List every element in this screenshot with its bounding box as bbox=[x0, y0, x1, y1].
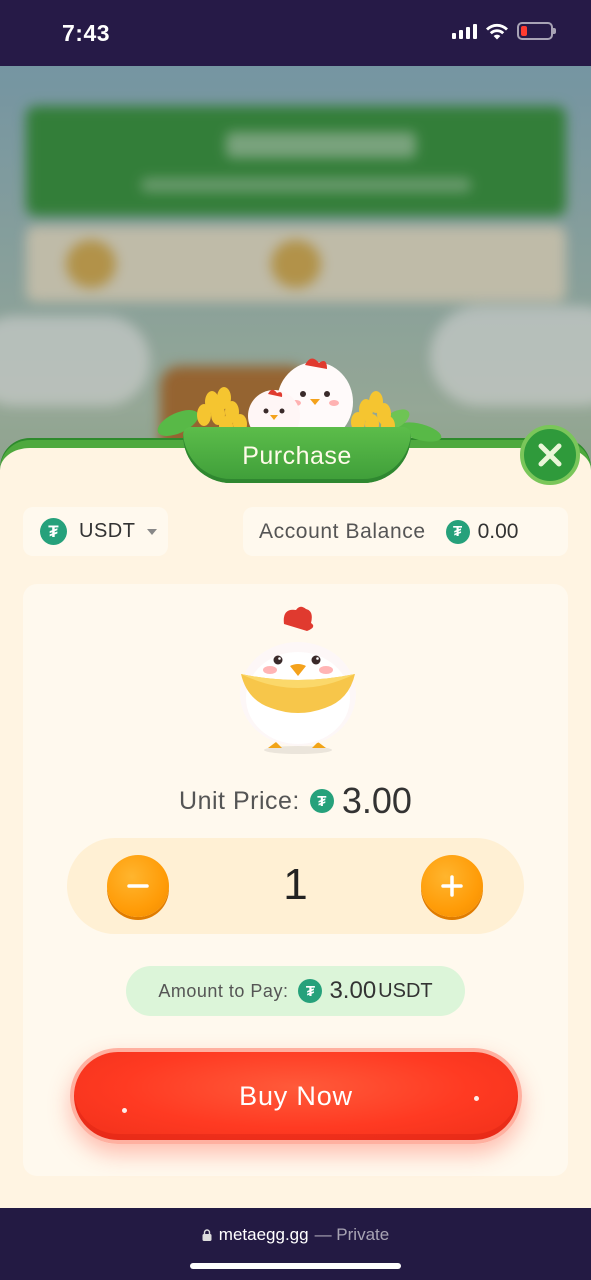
amount-to-pay-unit: USDT bbox=[378, 979, 433, 1002]
unit-price-value: 3.00 bbox=[341, 780, 412, 821]
modal-title: Purchase bbox=[242, 441, 352, 470]
status-time: 7:43 bbox=[62, 20, 111, 46]
quantity-stepper: 1 bbox=[67, 838, 524, 934]
amount-to-pay-value: 3.00 bbox=[329, 977, 377, 1004]
home-indicator[interactable] bbox=[190, 1263, 401, 1269]
tether-icon: ₮ bbox=[40, 518, 67, 545]
status-bar: 7:43 bbox=[0, 0, 591, 66]
cellular-signal-icon bbox=[452, 23, 477, 39]
wifi-icon bbox=[486, 23, 508, 39]
tether-icon: ₮ bbox=[298, 979, 323, 1003]
buy-now-label: Buy Now bbox=[239, 1080, 353, 1111]
close-x-icon bbox=[538, 443, 562, 467]
increase-quantity-button[interactable] bbox=[421, 855, 483, 917]
amount-to-pay: Amount to Pay: ₮ 3.00 USDT bbox=[126, 966, 465, 1016]
plus-icon bbox=[441, 875, 463, 897]
currency-selector[interactable]: ₮ USDT bbox=[23, 507, 168, 556]
unit-price-label: Unit Price: bbox=[179, 786, 300, 815]
modal-title-tab: Purchase bbox=[183, 427, 411, 483]
close-button[interactable] bbox=[520, 425, 580, 485]
unit-price: Unit Price: ₮ 3.00 bbox=[23, 780, 568, 822]
chick-image bbox=[240, 606, 356, 754]
account-balance-label: Account Balance bbox=[259, 519, 426, 543]
tether-icon: ₮ bbox=[445, 519, 470, 544]
product-card: Unit Price: ₮ 3.00 1 Amount to Pay: ₮ 3.… bbox=[23, 584, 568, 1176]
lock-icon bbox=[202, 1229, 212, 1241]
tether-icon: ₮ bbox=[309, 789, 334, 813]
account-balance: Account Balance ₮ 0.00 bbox=[243, 507, 568, 556]
private-indicator: — Private bbox=[314, 1225, 390, 1244]
browser-address-bar: metaegg.gg — Private bbox=[0, 1208, 591, 1280]
battery-low-icon bbox=[517, 22, 556, 40]
url-display[interactable]: metaegg.gg — Private bbox=[0, 1225, 591, 1245]
url-domain: metaegg.gg bbox=[218, 1225, 309, 1244]
amount-to-pay-label: Amount to Pay: bbox=[158, 980, 289, 1001]
account-balance-value: 0.00 bbox=[477, 519, 519, 543]
caret-down-icon bbox=[147, 528, 158, 535]
status-icons bbox=[452, 22, 556, 40]
currency-label: USDT bbox=[79, 520, 136, 542]
buy-now-button[interactable]: Buy Now bbox=[70, 1048, 522, 1144]
